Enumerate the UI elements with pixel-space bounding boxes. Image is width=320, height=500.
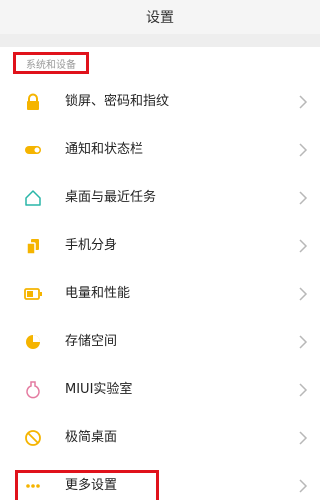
lock-icon bbox=[23, 92, 43, 112]
toggle-icon bbox=[23, 140, 43, 160]
settings-item-label: 电量和性能 bbox=[65, 286, 131, 301]
more-dots-icon bbox=[23, 476, 43, 496]
section-header: 系统和设备 bbox=[0, 47, 320, 77]
home-icon bbox=[23, 188, 43, 208]
settings-item-miui-lab[interactable]: MIUI实验室 bbox=[0, 366, 320, 414]
settings-item-minimal-desktop[interactable]: 极简桌面 bbox=[0, 414, 320, 462]
section-label-system-devices: 系统和设备 bbox=[13, 52, 89, 74]
settings-item-label: 通知和状态栏 bbox=[65, 142, 144, 157]
battery-icon bbox=[23, 284, 43, 304]
chevron-right-icon bbox=[299, 479, 308, 493]
settings-item-notifications[interactable]: 通知和状态栏 bbox=[0, 126, 320, 174]
settings-item-second-space[interactable]: 手机分身 bbox=[0, 222, 320, 270]
clone-icon bbox=[23, 236, 43, 256]
settings-item-more-settings[interactable]: 更多设置 bbox=[0, 462, 320, 500]
page-title: 设置 bbox=[146, 10, 174, 26]
chevron-right-icon bbox=[299, 287, 308, 301]
settings-item-label: 锁屏、密码和指纹 bbox=[65, 94, 170, 109]
minimal-desktop-icon bbox=[23, 428, 43, 448]
flask-icon bbox=[23, 380, 43, 400]
settings-item-label: 存储空间 bbox=[65, 334, 118, 349]
settings-item-label: 桌面与最近任务 bbox=[65, 190, 157, 205]
chevron-right-icon bbox=[299, 335, 308, 349]
settings-item-lock-screen[interactable]: 锁屏、密码和指纹 bbox=[0, 78, 320, 126]
settings-item-label: 极简桌面 bbox=[65, 430, 118, 445]
chevron-right-icon bbox=[299, 383, 308, 397]
chevron-right-icon bbox=[299, 431, 308, 445]
settings-item-desktop-recents[interactable]: 桌面与最近任务 bbox=[0, 174, 320, 222]
chevron-right-icon bbox=[299, 191, 308, 205]
settings-item-battery-performance[interactable]: 电量和性能 bbox=[0, 270, 320, 318]
chevron-right-icon bbox=[299, 143, 308, 157]
storage-pie-icon bbox=[23, 332, 43, 352]
chevron-right-icon bbox=[299, 239, 308, 253]
chevron-right-icon bbox=[299, 95, 308, 109]
settings-item-label: 更多设置 bbox=[65, 478, 118, 493]
settings-item-label: MIUI实验室 bbox=[65, 382, 133, 397]
settings-item-label: 手机分身 bbox=[65, 238, 118, 253]
settings-item-storage[interactable]: 存储空间 bbox=[0, 318, 320, 366]
section-divider bbox=[0, 34, 320, 47]
title-bar: 设置 bbox=[0, 0, 320, 34]
settings-list: 锁屏、密码和指纹 通知和状态栏 桌面与最近任务 手机分身 电量和性能 存储空间 … bbox=[0, 78, 320, 500]
